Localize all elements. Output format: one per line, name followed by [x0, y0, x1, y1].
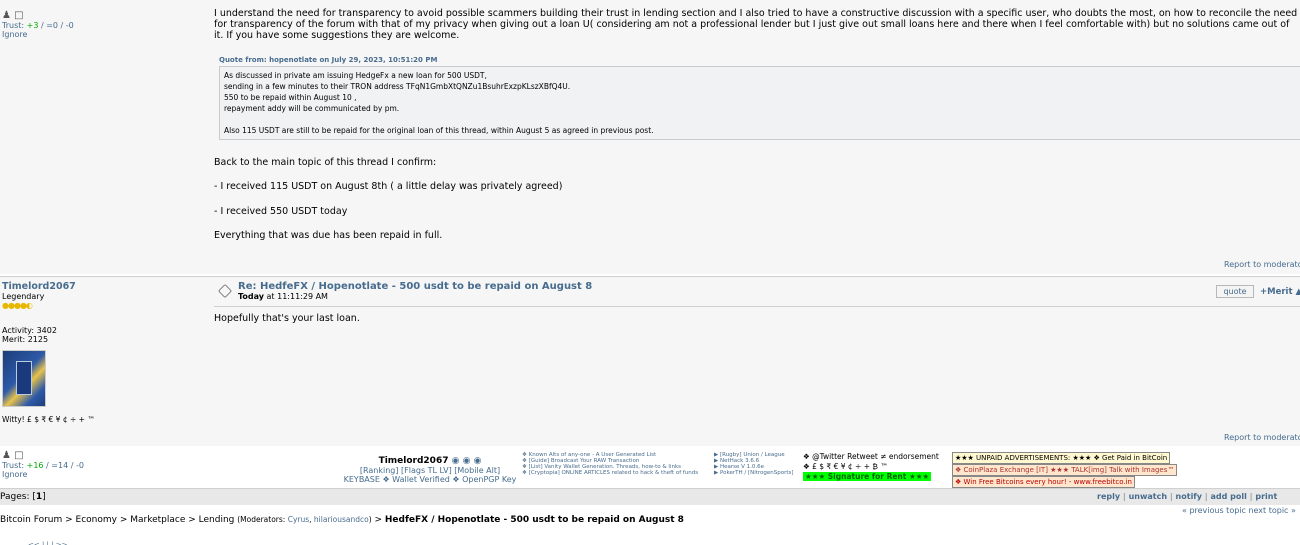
post-date: Today at 11:11:29 AM: [238, 292, 328, 301]
post2-header: Re: HedfeFX / Hopenotlate - 500 usdt to …: [238, 281, 592, 301]
post1-line: - I received 115 USDT on August 8th ( a …: [214, 181, 563, 192]
unwatch-button[interactable]: unwatch: [1129, 492, 1167, 501]
sig-links[interactable]: [Ranking] [Flags TL LV] [Mobile Alt]: [340, 466, 520, 475]
poster-activity: Activity: 3402: [2, 326, 57, 335]
ignore-link[interactable]: Ignore: [2, 470, 84, 479]
post-2: Timelord2067 Legendary ●●●●◐ Activity: 3…: [0, 276, 1300, 446]
report-to-moderator-link[interactable]: Report to moderator: [1224, 433, 1300, 442]
post2-poster-info: Timelord2067 Legendary ●●●●◐ Activity: 3…: [2, 281, 95, 424]
post2-body: Hopefully that's your last loan.: [214, 313, 360, 324]
quote-button[interactable]: quote: [1216, 285, 1254, 298]
post-title-link[interactable]: Re: HedfeFX / Hopenotlate - 500 usdt to …: [238, 281, 592, 292]
post-topic-icon: [218, 284, 232, 298]
signature-ads[interactable]: ★★★ UNPAID ADVERTISEMENTS: ★★★ ❖ Get Pai…: [952, 452, 1178, 488]
profile-icon[interactable]: ♟: [2, 10, 11, 21]
notify-button[interactable]: notify: [1176, 492, 1202, 501]
sig-links[interactable]: KEYBASE ❖ Wallet Verified ❖ OpenPGP Key: [340, 475, 520, 484]
topic-actions: reply | unwatch | notify | add poll | pr…: [1097, 492, 1278, 501]
post-1: ♟ □ Trust: +3 / =0 / -0 Ignore I underst…: [0, 0, 1300, 274]
merit-button[interactable]: +Merit ▲: [1260, 287, 1300, 297]
poster-rank: Legendary: [2, 292, 45, 301]
reply-button[interactable]: reply: [1097, 492, 1120, 501]
quote-line: 550 to be repaid within August 10 ,: [224, 93, 357, 102]
rank-coins-icon: ●●●●◐: [2, 301, 33, 310]
pages-bar: Pages: [1] reply | unwatch | notify | ad…: [0, 488, 1300, 505]
signature-col-3[interactable]: ▶ [Rugby] Union / League ▶ NetHack 3.6.6…: [714, 452, 794, 476]
trust-score[interactable]: Trust: +3 / =0 / -0: [2, 21, 74, 30]
post1-poster-info: ♟ □ Trust: +3 / =0 / -0 Ignore: [2, 10, 74, 39]
ignore-link[interactable]: Ignore: [2, 30, 74, 39]
add-poll-button[interactable]: add poll: [1211, 492, 1247, 501]
breadcrumb-area: « previous topic next topic » Bitcoin Fo…: [0, 505, 1300, 545]
post1-line: - I received 550 USDT today: [214, 206, 348, 217]
message-icon[interactable]: □: [14, 450, 23, 461]
post1-line: Back to the main topic of this thread I …: [214, 157, 437, 168]
quote-header[interactable]: Quote from: hopenotlate on July 29, 2023…: [219, 56, 437, 64]
trust-score[interactable]: Trust: +16 / =14 / -0: [2, 461, 84, 470]
profile-icon[interactable]: ♟: [2, 450, 11, 461]
quote-line: As discussed in private am issuing Hedge…: [224, 71, 487, 80]
pagination: Pages: [1]: [0, 492, 46, 502]
quote-line: sending in a few minutes to their TRON a…: [224, 82, 571, 91]
divider: [214, 306, 1300, 307]
quote-line: Also 115 USDT are still to be repaid for…: [224, 126, 654, 135]
report-to-moderator-link[interactable]: Report to moderator: [1224, 260, 1300, 269]
signature-col-4[interactable]: ❖ @Twitter Retweet ≠ endorsement ❖ £ $ ₹…: [803, 452, 939, 482]
post2-trust-info: ♟ □ Trust: +16 / =14 / -0 Ignore: [2, 450, 84, 479]
poster-merit: Merit: 2125: [2, 335, 49, 344]
poster-username[interactable]: Timelord2067: [2, 281, 95, 292]
quote-block: As discussed in private am issuing Hedge…: [219, 66, 1300, 140]
breadcrumb: Bitcoin Forum > Economy > Marketplace > …: [0, 515, 684, 525]
post1-line: Everything that was due has been repaid …: [214, 230, 443, 241]
message-icon[interactable]: □: [14, 10, 23, 21]
breadcrumb-path[interactable]: Bitcoin Forum > Economy > Marketplace > …: [0, 515, 237, 525]
prev-next-topic[interactable]: « previous topic next topic »: [1182, 506, 1296, 515]
quote-line: repayment addy will be communicated by p…: [224, 104, 400, 113]
breadcrumb-topic[interactable]: HedfeFX / Hopenotlate - 500 usdt to be r…: [385, 515, 684, 525]
avatar: [2, 350, 46, 407]
post1-body-intro: I understand the need for transparency t…: [214, 8, 1298, 41]
print-button[interactable]: print: [1255, 492, 1277, 501]
jump-links[interactable]: << | | | >>: [28, 541, 67, 545]
personal-text: Witty! £ $ ₹ € ¥ ¢ ÷ + ™: [2, 415, 95, 424]
signature-col-1: Timelord2067 ◉ ◉ ◉ [Ranking] [Flags TL L…: [340, 452, 520, 484]
signature-col-2[interactable]: ❖ Known Alts of any-one - A User Generat…: [522, 452, 698, 476]
quote-line: [224, 114, 1300, 125]
